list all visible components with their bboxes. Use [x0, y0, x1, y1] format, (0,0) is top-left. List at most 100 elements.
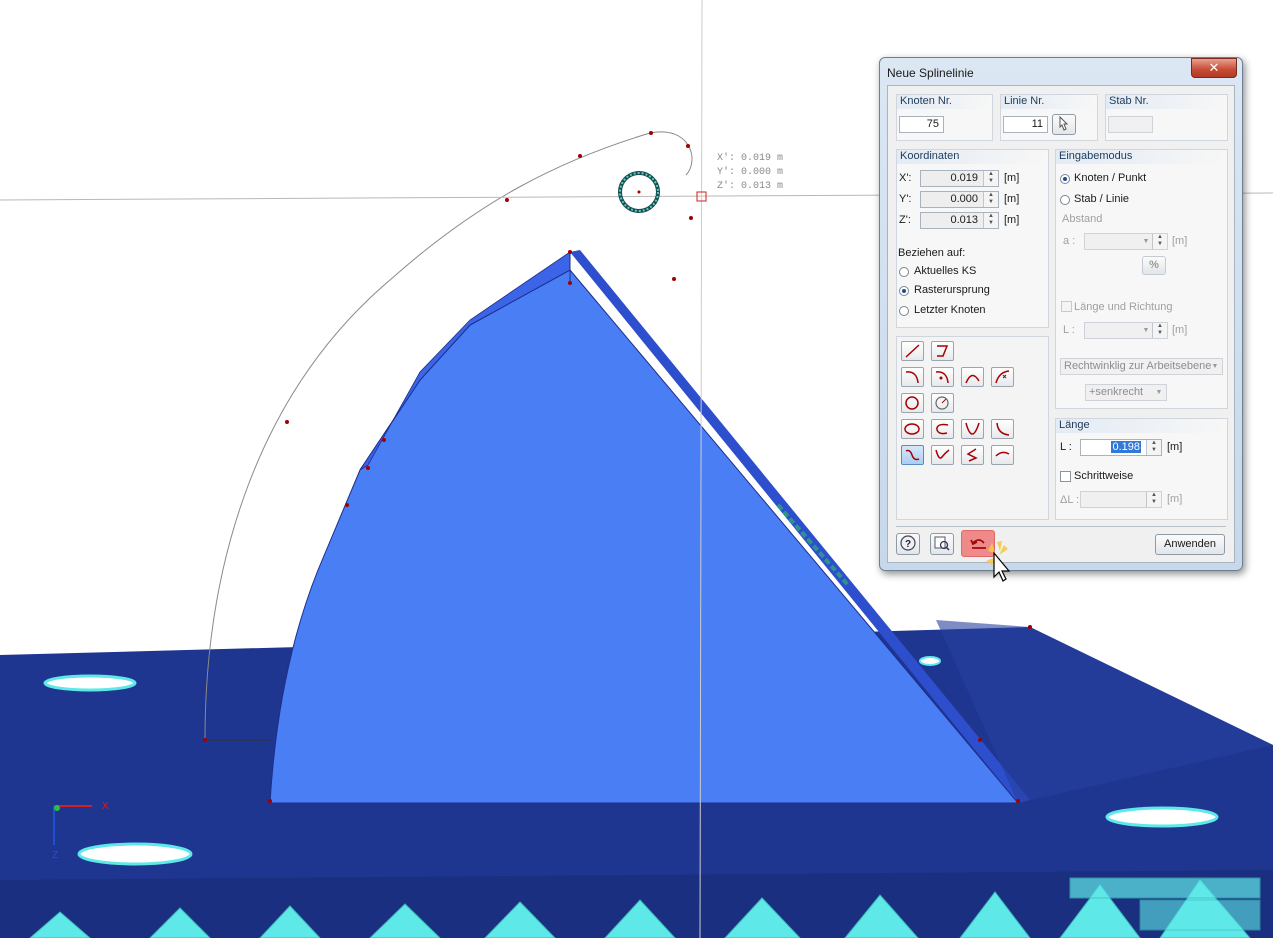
line-header: Linie Nr. — [1001, 95, 1097, 109]
current-cs-label[interactable]: Aktuelles KS — [914, 265, 976, 277]
node-header: Knoten Nr. — [897, 95, 992, 109]
l-spinner-disabled[interactable]: ▲ ▼ — [1152, 322, 1168, 339]
radio-current-cs[interactable] — [899, 267, 909, 277]
stepwise-checkbox[interactable] — [1060, 471, 1071, 482]
last-node-label[interactable]: Letzter Knoten — [914, 304, 986, 316]
radio-grid-origin[interactable] — [899, 286, 909, 296]
l-dropdown-arrow: ▼ — [1142, 327, 1150, 334]
z-coordinate-value: 0.013 — [950, 214, 978, 226]
coordinate-readout: X': 0.019 m Y': 0.000 m Z': 0.013 m — [717, 152, 783, 194]
member-header: Stab Nr. — [1106, 95, 1227, 109]
arc-3pt-icon — [965, 374, 980, 384]
length-field[interactable]: 0.198 ▲ ▼ — [1080, 439, 1162, 456]
parabola-tool[interactable] — [961, 419, 984, 439]
pick-line-button[interactable] — [1052, 114, 1076, 135]
elliptic-arc-tool[interactable] — [931, 419, 954, 439]
ellipse-tool[interactable] — [901, 419, 924, 439]
a-dropdown-arrow: ▼ — [1142, 238, 1150, 245]
l-label-disabled: L : — [1063, 324, 1075, 336]
polyline-tool[interactable] — [931, 341, 954, 361]
z-unit: [m] — [1004, 214, 1020, 226]
help-button[interactable]: ? — [896, 533, 920, 555]
arc-tool[interactable] — [901, 367, 924, 387]
a-field[interactable]: ▼ — [1084, 233, 1154, 250]
readout-x: X': 0.019 m — [717, 153, 784, 164]
l-unit-disabled: [m] — [1172, 324, 1188, 336]
dialog-title: Neue Splinelinie — [887, 66, 974, 80]
curve-tool[interactable] — [961, 445, 984, 465]
elliptic-arc-icon — [936, 423, 949, 435]
z-spinner[interactable]: ▲ ▼ — [983, 213, 998, 228]
y-coordinate-field[interactable]: 0.000 ▲ ▼ — [920, 191, 999, 208]
mouse-cursor-icon — [986, 541, 1011, 582]
l-field-disabled[interactable]: ▼ — [1084, 322, 1154, 339]
arc-center-icon — [935, 371, 949, 384]
line-icon — [905, 344, 920, 358]
member-line-label[interactable]: Stab / Linie — [1074, 193, 1129, 205]
line-tool[interactable] — [901, 341, 924, 361]
circle-radius-tool[interactable] — [931, 393, 954, 413]
length-spinner[interactable]: ▲ ▼ — [1146, 440, 1161, 455]
view-button[interactable] — [930, 533, 954, 555]
curve-icon — [966, 448, 978, 462]
radio-member-line[interactable] — [1060, 195, 1070, 205]
hyperbola-tool[interactable] — [991, 419, 1014, 439]
spline-tool[interactable] — [901, 445, 924, 465]
direction-value: +senkrecht — [1089, 386, 1144, 398]
circle-tool[interactable] — [901, 393, 924, 413]
y-label: Y': — [899, 193, 912, 205]
magnifier-icon — [934, 536, 950, 551]
arc-center-tool[interactable] — [931, 367, 954, 387]
new-spline-dialog: Neue Splinelinie ✕ Knoten Nr. 75 Linie N… — [879, 57, 1243, 571]
member-number-field[interactable] — [1108, 116, 1153, 133]
node-group: Knoten Nr. 75 — [896, 94, 993, 141]
grid-origin-label[interactable]: Rasterursprung — [914, 284, 990, 296]
apply-button[interactable]: Anwenden — [1155, 534, 1225, 555]
stepwise-label[interactable]: Schrittweise — [1074, 470, 1133, 482]
percent-button[interactable]: % — [1142, 256, 1166, 275]
z-label: Z': — [899, 214, 911, 226]
arc-tangent-tool[interactable] — [991, 367, 1014, 387]
perpendicular-dropdown[interactable]: Rechtwinklig zur Arbeitsebene ▼ — [1060, 358, 1223, 375]
nurbs-icon — [935, 449, 950, 459]
node-point-label[interactable]: Knoten / Punkt — [1074, 172, 1146, 184]
length-unit: [m] — [1167, 441, 1183, 453]
arc-3pt-tool[interactable] — [961, 367, 984, 387]
radio-last-node[interactable] — [899, 306, 909, 316]
x-spinner[interactable]: ▲ ▼ — [983, 171, 998, 186]
a-spinner[interactable]: ▲ ▼ — [1152, 233, 1168, 250]
perpendicular-dropdown-arrow: ▼ — [1211, 363, 1219, 370]
input-mode-header: Eingabemodus — [1056, 150, 1227, 164]
length-l-label: L : — [1060, 441, 1072, 453]
radio-node-point[interactable] — [1060, 174, 1070, 184]
length-direction-label[interactable]: Länge und Richtung — [1074, 301, 1172, 313]
dialog-titlebar[interactable]: Neue Splinelinie ✕ — [880, 58, 1242, 84]
length-direction-checkbox[interactable] — [1061, 301, 1072, 312]
hyperbola-icon — [996, 422, 1010, 436]
node-number-field[interactable]: 75 — [899, 116, 944, 133]
y-unit: [m] — [1004, 193, 1020, 205]
nurbs-tool[interactable] — [931, 445, 954, 465]
delta-l-label: ΔL : — [1060, 494, 1080, 506]
delta-l-spinner[interactable]: ▲ ▼ — [1146, 492, 1161, 507]
offset-curve-icon — [995, 451, 1010, 457]
circle-radius-icon — [935, 396, 949, 410]
length-group: Länge L : 0.198 ▲ ▼ [m] Schrittweise ΔL : … — [1055, 418, 1228, 520]
a-unit: [m] — [1172, 235, 1188, 247]
arc-tangent-icon — [995, 370, 1010, 384]
circle-icon — [905, 396, 919, 410]
spline-icon — [905, 449, 920, 461]
readout-y: Y': 0.000 m — [717, 167, 784, 178]
z-coordinate-field[interactable]: 0.013 ▲ ▼ — [920, 212, 999, 229]
y-spinner[interactable]: ▲ ▼ — [983, 192, 998, 207]
pick-arrow-icon — [1059, 115, 1069, 131]
delta-l-field[interactable]: ▲ ▼ — [1080, 491, 1162, 508]
dialog-client: Knoten Nr. 75 Linie Nr. 11 Stab Nr. Koor… — [887, 85, 1235, 563]
x-coordinate-field[interactable]: 0.019 ▲ ▼ — [920, 170, 999, 187]
length-header: Länge — [1056, 419, 1227, 433]
line-number-field[interactable]: 11 — [1003, 116, 1048, 133]
coordinates-header: Koordinaten — [897, 150, 1048, 164]
direction-dropdown[interactable]: +senkrecht ▼ — [1085, 384, 1167, 401]
close-button[interactable]: ✕ — [1191, 58, 1237, 78]
offset-curve-tool[interactable] — [991, 445, 1014, 465]
